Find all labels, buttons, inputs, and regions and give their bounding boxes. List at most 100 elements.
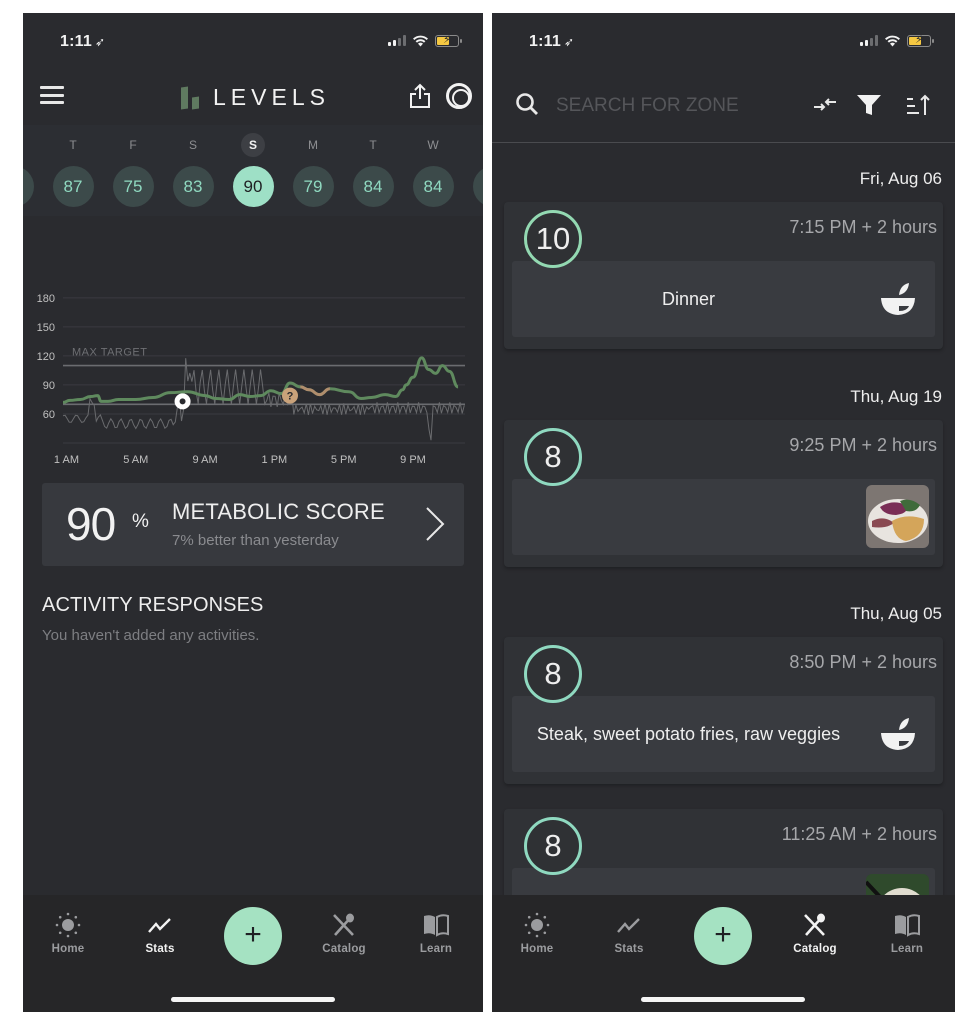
glucose-chart-svg: 180 150 120 90 60 MAX TARGET? 1 AM 5 AM 9 AM 1 PM… — [37, 293, 465, 466]
zone-time: 7:15 PM + 2 hours — [789, 217, 937, 237]
add-button[interactable]: + — [694, 907, 752, 965]
sun-icon — [524, 912, 550, 938]
day-score-badge[interactable]: 83 — [172, 166, 214, 207]
status-icons: ⚡ — [860, 34, 934, 47]
activity-responses-title: ACTIVITY RESPONSES — [42, 594, 264, 616]
y-tick-label: 180 — [37, 293, 55, 305]
day-letter — [23, 133, 25, 157]
levels-logo-mark-icon — [181, 86, 201, 109]
metabolic-score-subtitle: 7% better than yesterday — [172, 532, 339, 549]
zone-card[interactable]: 8 8:50 PM + 2 hours Steak, sweet potato fr… — [504, 637, 943, 784]
day-score-strip: T 87 F 75 S 83 S 90 M 79 T 84 W 84 — [23, 125, 483, 216]
day-letter: T — [69, 138, 77, 152]
location-arrow-icon: ➶ — [94, 35, 106, 49]
nav-catalog[interactable]: Catalog — [780, 911, 850, 955]
y-tick-label: 150 — [37, 322, 55, 334]
metabolic-score-value: 90 — [66, 498, 116, 550]
day-score-badge[interactable]: 79 — [292, 166, 334, 207]
day-score-badge[interactable]: 87 — [52, 166, 94, 207]
home-indicator — [641, 997, 805, 1002]
day-column[interactable]: T 84 — [352, 125, 394, 207]
day-column[interactable]: M 79 — [292, 125, 334, 207]
zone-score-ring: 8 — [524, 428, 582, 486]
wifi-icon — [413, 35, 428, 47]
day-score-badge[interactable]: 84 — [352, 166, 394, 207]
nav-home[interactable]: Home — [502, 911, 572, 955]
x-tick-label: 9 AM — [193, 454, 218, 466]
zone-card[interactable]: 10 7:15 PM + 2 hours Dinner — [504, 202, 943, 349]
search-icon — [516, 93, 538, 115]
compare-arrows-icon[interactable] — [812, 93, 838, 117]
day-letter: T — [369, 138, 377, 152]
sort-ascending-icon[interactable] — [905, 93, 931, 117]
filter-icon[interactable] — [856, 93, 882, 117]
battery-charging-icon: ⚡ — [435, 34, 462, 47]
bottom-nav: Home Stats + Catalog Learn — [492, 895, 955, 1012]
wifi-icon — [885, 35, 900, 47]
stats-screen: 1:11 ➶ ⚡ LEVELS T 87 F 75 S 83 S 90 M 79 T 84 W 84 180… — [23, 13, 483, 1012]
levels-logo: LEVELS — [181, 84, 330, 111]
zone-meal-name: Steak, sweet potato fries, raw veggies — [536, 724, 841, 744]
bottom-nav: Home Stats + Catalog Learn — [23, 895, 483, 1012]
day-letter: W — [427, 138, 439, 152]
day-letter — [481, 133, 483, 157]
zone-meal-name: Dinner — [661, 289, 716, 309]
menu-button[interactable] — [40, 86, 64, 104]
zone-date: Thu, Aug 05 — [850, 604, 942, 623]
sun-icon — [179, 398, 186, 405]
add-button[interactable]: + — [224, 907, 282, 965]
meal-icon — [879, 281, 917, 317]
sun-icon — [55, 912, 81, 938]
nav-stats[interactable]: Stats — [125, 911, 195, 955]
cellular-signal-icon — [860, 35, 878, 46]
day-column[interactable]: S 83 — [172, 125, 214, 207]
day-score-badge[interactable]: 90 — [232, 166, 274, 207]
share-icon[interactable] — [409, 83, 431, 109]
day-letter: F — [129, 138, 137, 152]
nav-home[interactable]: Home — [33, 911, 103, 955]
metabolic-score-title: METABOLIC SCORE — [172, 499, 385, 524]
nav-learn[interactable]: Learn — [872, 911, 942, 955]
x-tick-label: 1 PM — [262, 454, 288, 466]
location-arrow-icon: ➶ — [563, 35, 575, 49]
cellular-signal-icon — [388, 35, 406, 46]
fork-spoon-icon — [333, 913, 354, 936]
nav-learn[interactable]: Learn — [401, 911, 471, 955]
zone-meal[interactable] — [512, 868, 935, 895]
activity-responses-empty: You haven't added any activities. — [42, 627, 260, 644]
sensor-ring-icon[interactable] — [446, 83, 472, 109]
book-icon — [424, 914, 449, 937]
search-zone-input[interactable] — [556, 93, 776, 119]
day-score-badge[interactable]: 84 — [412, 166, 454, 207]
x-tick-label: 1 AM — [54, 454, 79, 466]
zone-meal[interactable]: Dinner — [512, 261, 935, 337]
status-time: 1:11 ➶ — [60, 33, 106, 50]
zone-card[interactable]: 8 9:25 PM + 2 hours — [504, 420, 943, 567]
day-score-badge[interactable] — [23, 166, 34, 207]
metabolic-score-unit: % — [132, 511, 149, 532]
day-column[interactable]: W 84 — [412, 125, 454, 207]
metabolic-score-card[interactable]: 90 % METABOLIC SCORE 7% better than yest… — [42, 483, 464, 566]
zone-list: Fri, Aug 06 10 7:15 PM + 2 hours Dinner Thu,… — [492, 144, 955, 895]
status-bar: 1:11 ➶ ⚡ — [492, 13, 955, 73]
day-letter: S — [188, 138, 197, 152]
battery-charging-icon: ⚡ — [907, 34, 934, 47]
day-score-badge[interactable] — [472, 166, 483, 207]
day-column[interactable] — [23, 125, 34, 207]
day-column[interactable]: S 90 — [232, 125, 274, 207]
catalog-screen: 1:11➶ ⚡ Fri, Aug 06 10 7:15 PM + 2 hours Di… — [492, 13, 955, 1012]
zone-meal[interactable] — [512, 479, 935, 555]
day-column[interactable]: F 75 — [112, 125, 154, 207]
nav-catalog[interactable]: Catalog — [309, 911, 379, 955]
day-score-badge[interactable]: 75 — [112, 166, 154, 207]
zone-card[interactable]: 8 11:25 AM + 2 hours — [504, 809, 943, 895]
trend-line-icon — [617, 918, 640, 933]
nav-stats[interactable]: Stats — [594, 911, 664, 955]
zone-meal[interactable]: Steak, sweet potato fries, raw veggies — [512, 696, 935, 772]
day-column[interactable]: T 87 — [52, 125, 94, 207]
search-bar — [492, 83, 955, 143]
day-letter: S — [241, 133, 265, 157]
status-icons: ⚡ — [388, 34, 462, 47]
day-column[interactable] — [472, 125, 483, 207]
zone-time: 8:50 PM + 2 hours — [789, 652, 937, 672]
